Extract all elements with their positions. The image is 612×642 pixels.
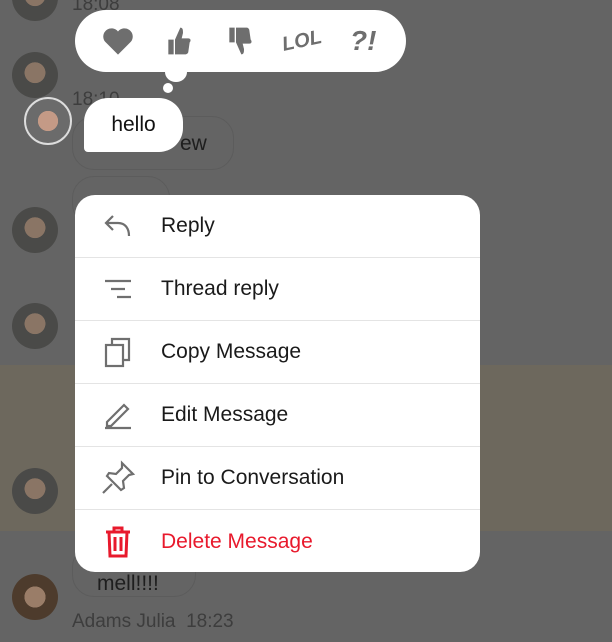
menu-item-copy-message[interactable]: Copy Message xyxy=(75,321,480,384)
avatar xyxy=(12,303,58,349)
sender-avatar xyxy=(24,97,72,145)
timestamp: 18:23 xyxy=(186,611,234,632)
bubble-tail xyxy=(163,83,173,93)
menu-item-delete-message[interactable]: Delete Message xyxy=(75,510,480,572)
menu-item-edit-message[interactable]: Edit Message xyxy=(75,384,480,447)
thread-icon xyxy=(75,278,161,300)
menu-item-label: Delete Message xyxy=(161,529,313,553)
bubble-tail xyxy=(165,62,187,82)
avatar xyxy=(12,207,58,253)
thumbs-up-icon[interactable] xyxy=(159,21,199,61)
menu-item-pin-to-conversation[interactable]: Pin to Conversation xyxy=(75,447,480,510)
lol-icon[interactable]: LOL xyxy=(278,17,325,64)
avatar xyxy=(12,574,58,620)
sender-name: Adams Julia xyxy=(72,611,176,632)
pin-icon xyxy=(75,460,161,496)
menu-item-label: Edit Message xyxy=(161,403,289,426)
menu-item-label: Copy Message xyxy=(161,340,302,363)
message-text: mell!!!! xyxy=(97,572,159,595)
trash-icon xyxy=(75,526,161,558)
thumbs-down-icon[interactable] xyxy=(220,21,260,61)
menu-item-label: Thread reply xyxy=(161,277,279,300)
menu-item-label: Reply xyxy=(161,214,215,237)
message-text: ew xyxy=(180,132,207,155)
menu-item-reply[interactable]: Reply xyxy=(75,195,480,258)
exclamation-question-icon[interactable]: ?! xyxy=(343,21,383,61)
avatar xyxy=(12,468,58,514)
copy-icon xyxy=(75,336,161,368)
pencil-icon xyxy=(75,400,161,430)
selected-message-bubble: hello xyxy=(84,98,183,152)
heart-icon[interactable] xyxy=(98,21,138,61)
avatar xyxy=(12,52,58,98)
reaction-bar: LOL ?! xyxy=(75,10,406,72)
reply-icon xyxy=(75,213,161,239)
context-menu: Reply Thread reply Copy Message Edit Mes… xyxy=(75,195,480,572)
menu-item-thread-reply[interactable]: Thread reply xyxy=(75,258,480,321)
sender-line: Adams Julia 18:23 xyxy=(72,611,234,633)
avatar xyxy=(12,0,58,21)
menu-item-label: Pin to Conversation xyxy=(161,466,345,489)
